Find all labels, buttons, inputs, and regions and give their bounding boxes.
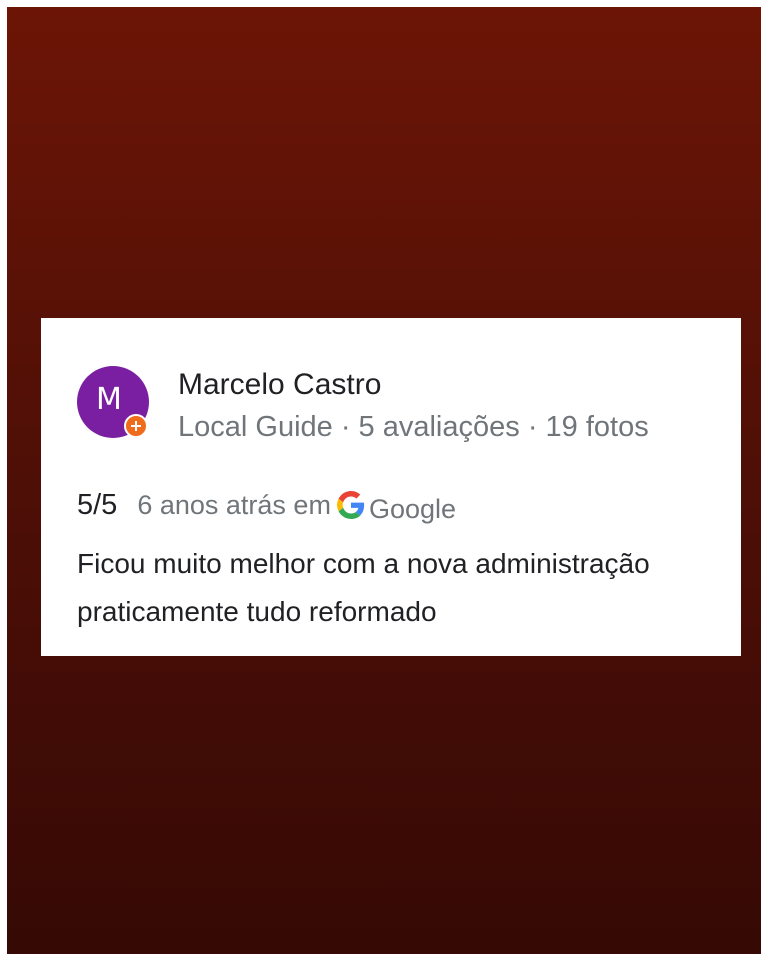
avatar[interactable]: M — [77, 366, 149, 438]
rating-row: 5/5 6 anos atrás em Google — [77, 485, 456, 525]
reviewer-meta: Local Guide · 5 avaliações · 19 fotos — [178, 411, 649, 443]
rating-value: 5/5 — [77, 488, 118, 521]
review-text: Ficou muito melhor com a nova administra… — [77, 548, 650, 627]
google-g-icon — [336, 491, 365, 519]
local-guide-badge-icon — [124, 414, 148, 438]
review-time: 6 anos atrás em — [137, 489, 331, 520]
review-card: M Marcelo Castro Local Guide · 5 avaliaç… — [41, 318, 741, 656]
review-source: Google — [368, 493, 457, 524]
reviewer-name[interactable]: Marcelo Castro — [178, 368, 381, 402]
background-frame: M Marcelo Castro Local Guide · 5 avaliaç… — [7, 7, 761, 954]
